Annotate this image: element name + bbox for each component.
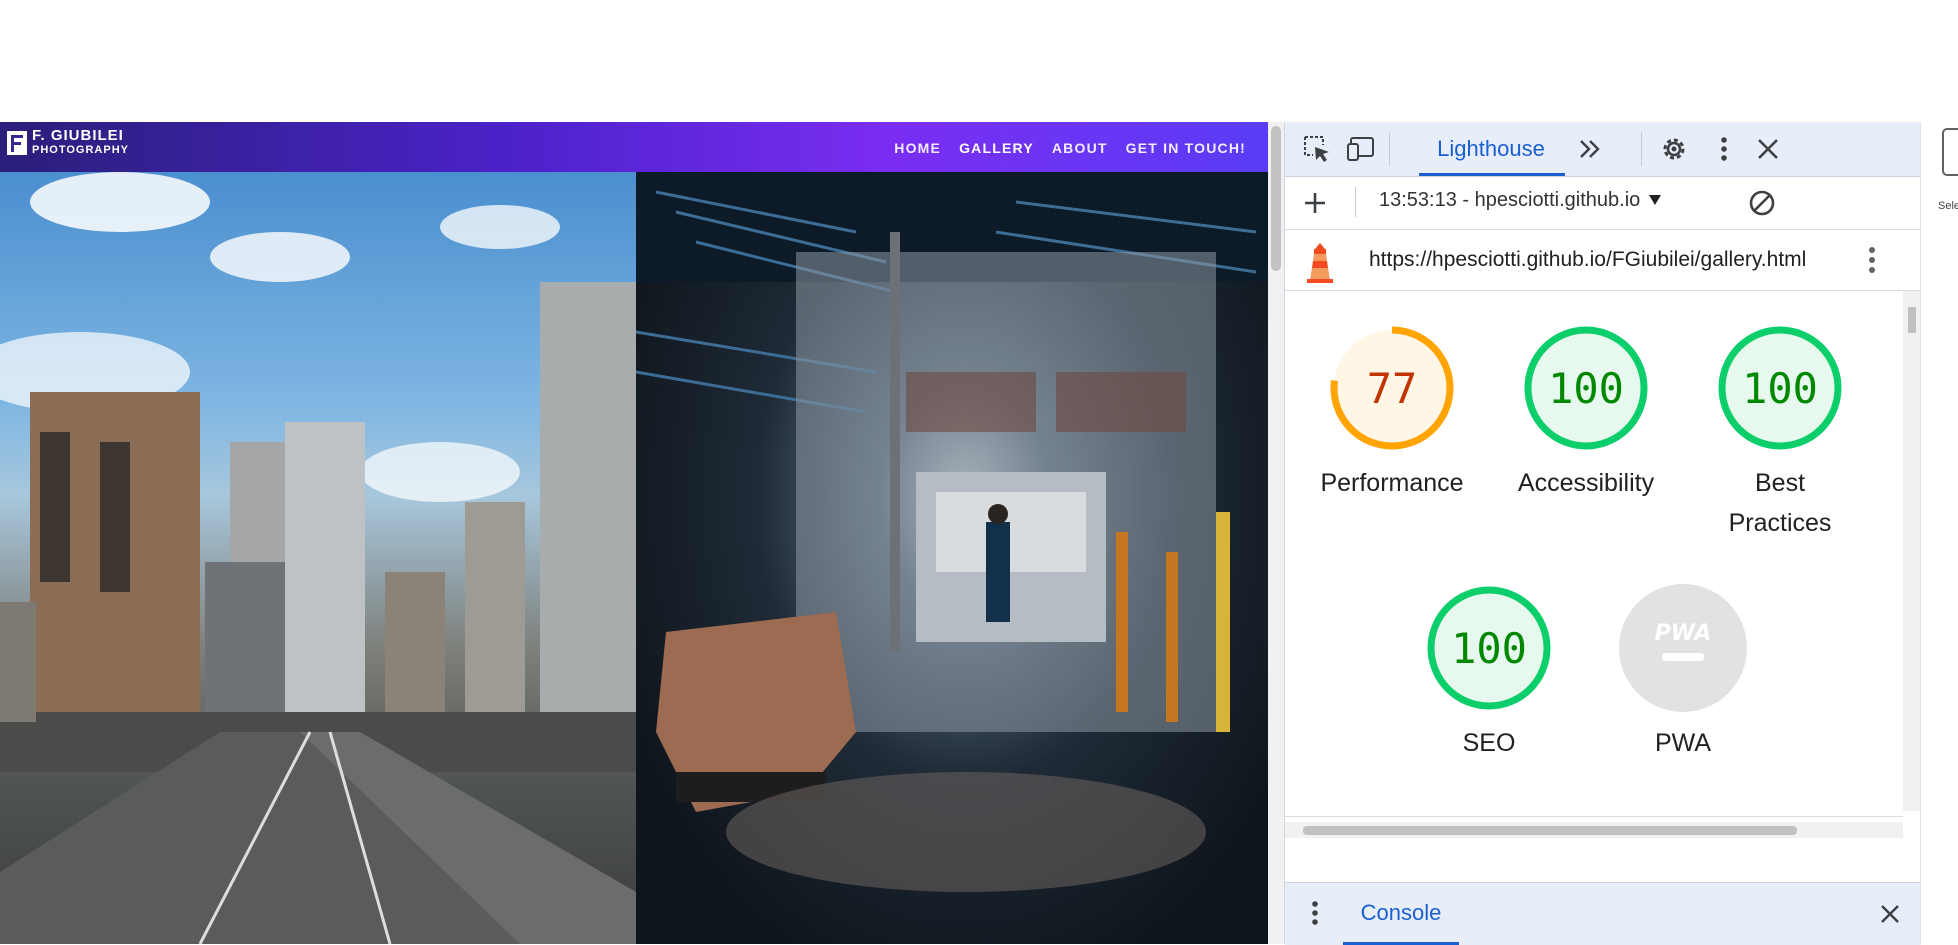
report-url-row: https://hpesciotti.github.io/FGiubilei/g… [1285,230,1921,291]
close-devtools-icon[interactable] [1751,132,1785,166]
side-panel-label: Sele [1938,200,1958,212]
gauge-accessibility[interactable]: 100 Accessibility [1489,323,1683,503]
dropdown-caret-icon [1648,189,1662,212]
subbar-separator [1355,187,1356,217]
gauge-pwa[interactable]: PWA PWA [1586,583,1780,763]
score-label-accessibility: Accessibility [1517,469,1655,497]
pwa-badge-icon: PWA [1619,584,1747,712]
score-label-seo: SEO [1462,729,1516,757]
score-ring-seo: 100 [1427,586,1551,710]
nav-about[interactable]: ABOUT [1052,140,1108,156]
report-horizontal-scrollbar-thumb[interactable] [1303,826,1797,835]
add-icon[interactable] [1299,187,1331,219]
browser-top-area [0,0,1958,122]
logo-line1: F. GIUBILEI [32,127,124,144]
report-vertical-scrollbar[interactable] [1903,291,1921,811]
kebab-menu-icon[interactable] [1711,132,1737,166]
gauge-performance[interactable]: 77 Performance [1295,323,1489,503]
report-selector-label: 13:53:13 - hpesciotti.github.io [1379,189,1641,211]
close-drawer-icon[interactable] [1875,899,1905,929]
site-nav-links: HOME GALLERY ABOUT GET IN TOUCH! [894,140,1246,156]
lighthouse-report-body: 77 Performance 100 Accessibility 100 Bes… [1285,291,1903,826]
gauge-best-practices[interactable]: 100 Best Practices [1683,323,1877,543]
report-vertical-scrollbar-thumb[interactable] [1908,307,1916,333]
site-logo[interactable]: F. GIUBILEI PHOTOGRAPHY [6,127,129,157]
page-scrollbar[interactable] [1268,122,1284,944]
devtools-toolbar: Lighthouse [1285,122,1921,177]
logo-icon [6,129,28,157]
score-value-performance: 77 [1367,364,1418,413]
nav-get-in-touch[interactable]: GET IN TOUCH! [1126,140,1246,156]
nav-gallery[interactable]: GALLERY [959,140,1034,156]
score-label-best-practices: Best Practices [1728,469,1832,537]
score-label-pwa: PWA [1654,729,1712,757]
clear-icon[interactable] [1745,187,1779,219]
report-url: https://hpesciotti.github.io/FGiubilei/g… [1369,248,1807,271]
lighthouse-report-bar: 13:53:13 - hpesciotti.github.io [1285,177,1921,230]
drawer-tab-console[interactable]: Console [1341,883,1461,943]
score-ring-performance: 77 [1330,326,1454,450]
drawer-menu-icon[interactable] [1305,897,1325,929]
logo-text: F. GIUBILEI PHOTOGRAPHY [32,127,129,157]
inspect-element-icon[interactable] [1299,132,1335,166]
device-toolbar-icon[interactable] [1343,132,1379,166]
svg-text:PWA: PWA [1655,621,1712,646]
side-panel-partial: Sele [1920,122,1958,944]
report-divider [1285,816,1903,817]
report-horizontal-scrollbar[interactable] [1285,822,1903,838]
score-value-accessibility: 100 [1548,364,1624,413]
score-value-best-practices: 100 [1742,364,1818,413]
report-selector[interactable]: 13:53:13 - hpesciotti.github.io [1379,189,1662,212]
devtools-panel: Lighthouse 13:53:13 - hpesciotti.github.… [1284,122,1921,945]
active-tab-indicator [1419,173,1565,176]
devtools-drawer: Console [1285,882,1921,945]
gallery-photo-city[interactable] [0,172,636,944]
page-scrollbar-thumb[interactable] [1271,126,1281,271]
toolbar-separator [1389,132,1390,166]
settings-icon[interactable] [1657,132,1691,166]
score-value-seo: 100 [1451,624,1527,673]
more-tabs-icon[interactable] [1573,134,1607,164]
toolbar-separator-2 [1641,132,1642,166]
score-ring-best-practices: 100 [1718,326,1842,450]
score-label-performance: Performance [1320,469,1464,497]
select-tool-icon[interactable] [1942,128,1958,176]
url-menu-icon[interactable] [1859,240,1885,280]
tab-lighthouse[interactable]: Lighthouse [1421,122,1561,176]
gauge-seo[interactable]: 100 SEO [1392,583,1586,763]
lighthouse-icon [1303,240,1337,284]
site-navbar: F. GIUBILEI PHOTOGRAPHY HOME GALLERY ABO… [0,122,1268,172]
score-ring-accessibility: 100 [1524,326,1648,450]
gallery-photo-factory[interactable] [636,172,1268,944]
nav-home[interactable]: HOME [894,140,941,156]
logo-line2: PHOTOGRAPHY [32,144,129,156]
website-viewport: F. GIUBILEI PHOTOGRAPHY HOME GALLERY ABO… [0,122,1268,944]
